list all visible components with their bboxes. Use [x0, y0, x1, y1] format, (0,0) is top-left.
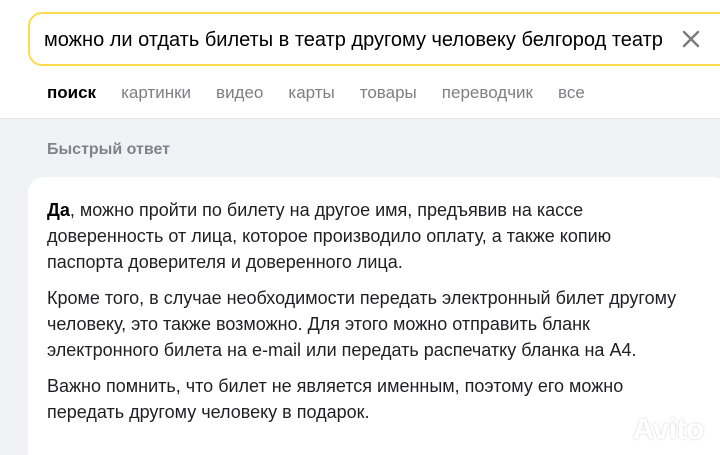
search-box[interactable]: можно ли отдать билеты в театр другому ч…: [28, 12, 720, 66]
avito-logo-icon: [598, 416, 628, 444]
tab-translator[interactable]: переводчик: [442, 82, 533, 106]
answer-bold-yes: Да: [47, 200, 70, 220]
quick-answer-title: Быстрый ответ: [47, 141, 170, 158]
tab-all[interactable]: все: [558, 82, 585, 106]
answer-paragraph-1-text: , можно пройти по билету на другое имя, …: [47, 200, 612, 272]
quick-answer-text: Да, можно пройти по билету на другое имя…: [47, 197, 687, 435]
answer-paragraph-1: Да, можно пройти по билету на другое имя…: [47, 197, 687, 275]
tab-products[interactable]: товары: [360, 82, 417, 106]
search-tabs: поиск картинки видео карты товары перево…: [47, 82, 610, 106]
avito-watermark: Avito: [595, 413, 705, 447]
avito-watermark-text: Avito: [632, 413, 705, 446]
tab-images[interactable]: картинки: [121, 82, 191, 106]
header: можно ли отдать билеты в театр другому ч…: [0, 0, 720, 119]
search-input[interactable]: можно ли отдать билеты в театр другому ч…: [44, 27, 664, 53]
tab-search[interactable]: поиск: [47, 82, 96, 106]
tab-maps[interactable]: карты: [288, 82, 334, 106]
clear-icon[interactable]: [680, 28, 702, 50]
tab-video[interactable]: видео: [216, 82, 263, 106]
answer-paragraph-3: Важно помнить, что билет не является име…: [47, 376, 624, 422]
answer-paragraph-2: Кроме того, в случае необходимости перед…: [47, 288, 677, 360]
